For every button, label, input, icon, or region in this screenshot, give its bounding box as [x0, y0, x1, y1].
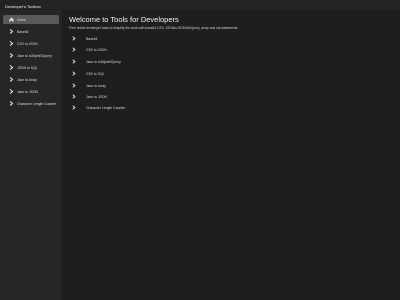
- sidebar-item-json-to-json[interactable]: Json to JSON: [3, 87, 59, 96]
- sidebar-item-base64[interactable]: Base64: [3, 27, 59, 36]
- chevron-right-icon: [72, 71, 76, 76]
- chevron-right-icon: [9, 89, 14, 94]
- tool-label: Json to Array: [86, 83, 106, 88]
- sidebar-item-csv-to-json[interactable]: CSV to JSON: [3, 39, 59, 48]
- tool-link-json-to-json[interactable]: Json to JSON: [70, 93, 190, 101]
- chevron-right-icon: [9, 29, 14, 34]
- chevron-right-icon: [72, 105, 76, 110]
- page-title: Welcome to Tools for Developers: [69, 15, 179, 24]
- tool-label: Base64: [86, 36, 98, 41]
- tool-label: CSV to JSON: [86, 47, 107, 52]
- home-icon: [9, 17, 14, 22]
- sidebar-item-json-to-sobject[interactable]: Json to sObjectSQuery: [3, 51, 59, 60]
- chevron-right-icon: [9, 53, 14, 58]
- sidebar-item-label: Json to Array: [17, 77, 37, 82]
- chevron-right-icon: [72, 83, 76, 88]
- tool-label: Json to JSON: [86, 94, 107, 99]
- sidebar-item-json-to-array[interactable]: Json to Array: [3, 75, 59, 84]
- chevron-right-icon: [9, 77, 14, 82]
- sidebar-item-character-length-counter[interactable]: Character Length Counter: [3, 99, 59, 108]
- tool-label: Json to sObjectSQuery: [86, 59, 121, 64]
- tool-label: CSV to SQL: [86, 71, 105, 76]
- tool-link-base64[interactable]: Base64: [70, 35, 190, 43]
- sidebar-item-label: Character Length Counter: [17, 101, 57, 106]
- tool-link-character-length-counter[interactable]: Character Length Counter: [70, 104, 190, 112]
- chevron-right-icon: [9, 101, 14, 106]
- sidebar-item-label: Base64: [17, 29, 29, 34]
- sidebar: Home Base64 CSV to JSON Json to sObjectS…: [0, 10, 62, 300]
- chevron-right-icon: [72, 47, 76, 52]
- sidebar-item-label: Json to sObjectSQuery: [17, 53, 52, 58]
- chevron-right-icon: [72, 94, 76, 99]
- tool-link-csv-to-sql[interactable]: CSV to SQL: [70, 70, 190, 78]
- sidebar-item-label: JSON to SQL: [17, 65, 38, 70]
- sidebar-item-home[interactable]: Home: [3, 15, 59, 24]
- app-title: Developer's Toolbox: [5, 4, 41, 9]
- chevron-right-icon: [72, 36, 76, 41]
- sidebar-item-label: Home: [17, 17, 27, 22]
- page-subtitle: Free online developer tools to simplify …: [69, 26, 238, 30]
- tool-label: Character Length Counter: [86, 105, 126, 110]
- title-bar: Developer's Toolbox: [0, 0, 400, 10]
- chevron-right-icon: [9, 65, 14, 70]
- tool-link-json-to-sobject[interactable]: Json to sObjectSQuery: [70, 58, 190, 66]
- main-content: Welcome to Tools for Developers Free onl…: [62, 10, 400, 300]
- sidebar-item-json-to-sql[interactable]: JSON to SQL: [3, 63, 59, 72]
- chevron-right-icon: [9, 41, 14, 46]
- tool-link-csv-to-json[interactable]: CSV to JSON: [70, 46, 190, 54]
- tool-link-json-to-array[interactable]: Json to Array: [70, 82, 190, 90]
- sidebar-item-label: CSV to JSON: [17, 41, 38, 46]
- chevron-right-icon: [72, 59, 76, 64]
- sidebar-item-label: Json to JSON: [17, 89, 38, 94]
